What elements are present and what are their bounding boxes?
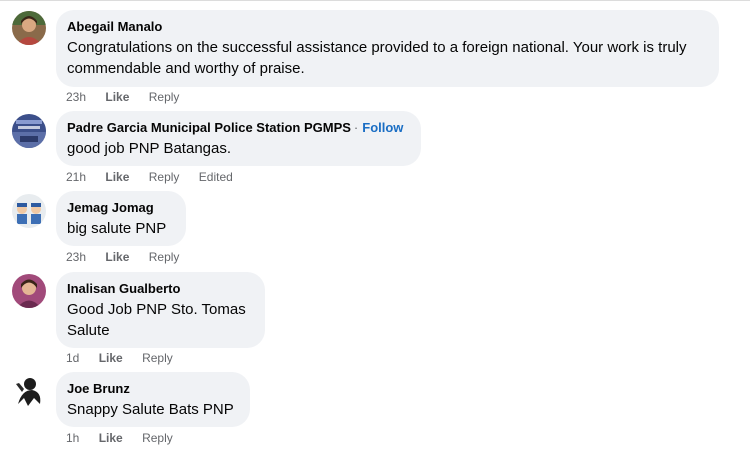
avatar[interactable] [12,11,46,45]
reply-button[interactable]: Reply [149,90,180,104]
comment-text: Snappy Salute Bats PNP [67,401,234,418]
comment-timestamp[interactable]: 1d [66,351,79,365]
comment-author[interactable]: Joe Brunz [67,381,130,396]
reply-button[interactable]: Reply [142,351,173,365]
comment-author[interactable]: Jemag Jomag [67,200,154,215]
avatar[interactable] [12,194,46,228]
comment-text: Good Job PNP Sto. Tomas Salute [67,301,246,339]
comment-bubble: Padre Garcia Municipal Police Station PG… [56,111,421,166]
comment-timestamp[interactable]: 23h [66,250,86,264]
avatar[interactable] [12,274,46,308]
comment-text: Congratulations on the successful assist… [67,39,687,77]
top-divider [0,0,750,1]
like-button[interactable]: Like [105,250,129,264]
comment-actions: 23h Like Reply [66,250,195,264]
comment-bubble: Abegail Manalo Congratulations on the su… [56,10,719,87]
comment-text: good job PNP Batangas. [67,140,232,157]
comment-actions: 1d Like Reply [66,351,189,365]
comment-bubble: Joe Brunz Snappy Salute Bats PNP [56,372,250,427]
like-button[interactable]: Like [99,431,123,445]
reply-button[interactable]: Reply [149,170,180,184]
comment-bubble: Jemag Jomag big salute PNP [56,191,186,246]
comment-author[interactable]: Abegail Manalo [67,19,162,34]
avatar[interactable] [12,114,46,148]
follow-button[interactable]: Follow [362,120,403,135]
like-button[interactable]: Like [105,170,129,184]
comment-text: big salute PNP [67,220,167,237]
comment-author[interactable]: Padre Garcia Municipal Police Station PG… [67,120,351,135]
avatar[interactable] [12,374,46,408]
like-button[interactable]: Like [105,90,129,104]
reply-button[interactable]: Reply [149,250,180,264]
like-button[interactable]: Like [99,351,123,365]
comment-timestamp[interactable]: 21h [66,170,86,184]
comment-actions: 1h Like Reply [66,431,189,445]
comment-actions: 21h Like Reply Edited [66,170,249,184]
separator-dot: · [353,120,359,135]
comment-timestamp[interactable]: 1h [66,431,79,445]
comment-author[interactable]: Inalisan Gualberto [67,281,180,296]
reply-button[interactable]: Reply [142,431,173,445]
comment-timestamp[interactable]: 23h [66,90,86,104]
edited-label[interactable]: Edited [199,170,233,184]
comment-bubble: Inalisan Gualberto Good Job PNP Sto. Tom… [56,272,265,348]
comment-actions: 23h Like Reply [66,90,195,104]
